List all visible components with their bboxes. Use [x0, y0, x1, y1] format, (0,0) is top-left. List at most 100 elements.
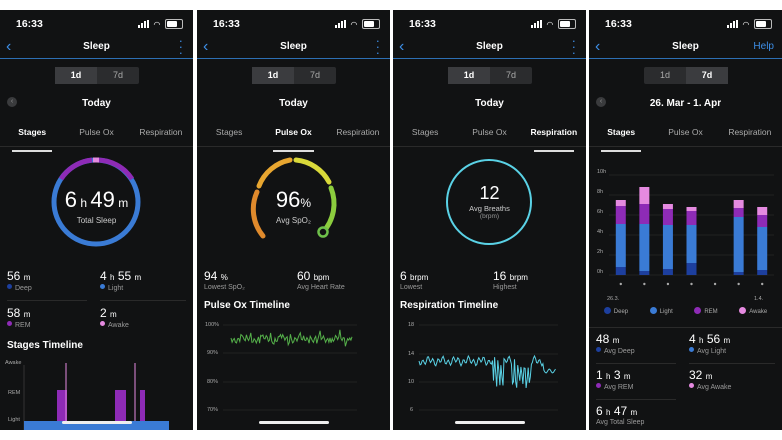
metric-tabs: Stages Pulse Ox Respiration [197, 126, 390, 152]
nav-bar: ‹ Sleep Help [589, 36, 782, 59]
range-tab-7d[interactable]: 7d [97, 67, 139, 84]
bar-deep-3 [686, 263, 697, 275]
stat-avg-light: 4 h 56 m Avg Light [689, 332, 731, 355]
total-sleep-value: 6 h 49 m [64, 187, 129, 212]
bar-deep-0 [615, 267, 626, 275]
day-marker-0 [619, 282, 622, 286]
stat-avg-heart-rate: 60 bpm Avg Heart Rate [297, 269, 345, 291]
bar-light-1 [639, 224, 650, 271]
status-time: 16:33 [213, 18, 240, 30]
wifi-icon: ◠ [546, 19, 553, 29]
stat-awake: 2 m Awake [100, 306, 129, 329]
tab-respiration[interactable]: Respiration [522, 126, 586, 152]
battery-icon [165, 19, 183, 29]
breaths-label: Avg Breaths [469, 204, 510, 213]
stat-highest: 16 brpm Highest [493, 269, 528, 291]
bar-rem-2 [662, 209, 673, 225]
status-time: 16:33 [409, 18, 436, 30]
spo2-label: Avg SpO₂ [276, 216, 311, 225]
legend-awake: Awake [739, 307, 767, 315]
signal-icon [334, 20, 346, 28]
range-tab-1d[interactable]: 1d [55, 67, 97, 84]
tab-pulse-ox[interactable]: Pulse Ox [64, 126, 128, 146]
stages-legend: Deep Light REM Awake [589, 307, 782, 315]
range-tab-1d[interactable]: 1d [252, 67, 294, 84]
day-marker-5 [737, 282, 740, 286]
range-tab-7d[interactable]: 7d [490, 67, 532, 84]
bar-awake-3 [686, 207, 697, 211]
bar-awake-2 [662, 204, 673, 209]
pulse-ox-timeline-chart [223, 324, 357, 411]
tab-pulse-ox[interactable]: Pulse Ox [653, 126, 717, 146]
respiration-timeline-chart [418, 324, 558, 411]
bar-awake-0 [615, 200, 626, 206]
day-marker-1 [643, 282, 646, 286]
bar-rem-3 [686, 211, 697, 225]
tab-stages[interactable]: Stages [0, 126, 64, 152]
bar-light-2 [662, 225, 673, 269]
more-menu-icon[interactable]: · · · [572, 34, 576, 59]
range-tab-7d[interactable]: 7d [686, 67, 728, 84]
page-title: Sleep [83, 41, 110, 52]
home-indicator [259, 421, 329, 424]
range-tab-7d[interactable]: 7d [294, 67, 336, 84]
stat-avg-awake: 32 m Avg Awake [689, 368, 732, 391]
tab-pulse-ox[interactable]: Pulse Ox [261, 126, 325, 152]
status-bar: 16:33 ◠ [605, 18, 772, 30]
x-label-start: 26.3. [607, 296, 620, 302]
legend-rem: REM [694, 307, 718, 315]
wifi-icon: ◠ [742, 19, 749, 29]
tab-stages[interactable]: Stages [393, 126, 457, 146]
tab-respiration[interactable]: Respiration [129, 126, 193, 146]
signal-icon [530, 20, 542, 28]
range-toggle: 1d 7d [448, 67, 532, 84]
weekly-stages-chart [609, 174, 774, 286]
nav-bar: ‹ Sleep · · · [393, 34, 586, 59]
range-tab-1d[interactable]: 1d [448, 67, 490, 84]
status-time: 16:33 [16, 18, 43, 30]
wifi-icon: ◠ [153, 19, 160, 29]
tab-pulse-ox[interactable]: Pulse Ox [457, 126, 521, 146]
date-range-label: 26. Mar - 1. Apr [649, 98, 722, 109]
signal-icon [137, 20, 149, 28]
more-menu-icon[interactable]: · · · [179, 34, 183, 59]
spo2-value: 96% [275, 187, 312, 212]
breaths-value: 12 [479, 183, 500, 203]
bar-deep-1 [639, 271, 650, 275]
bar-awake-1 [639, 187, 650, 204]
help-link[interactable]: Help [753, 41, 774, 52]
date-label: Today [475, 98, 504, 109]
range-toggle: 1d 7d [644, 67, 728, 84]
screen-sleep-pulse-ox: 16:33 ◠ ‹ Sleep · · · 1d 7d Today Stages P… [197, 10, 390, 430]
x-label-end: 1.4. [754, 296, 764, 302]
stat-deep: 56 m Deep [7, 269, 32, 292]
home-indicator [455, 421, 525, 424]
screen-sleep-week: 16:33 ◠ ‹ Sleep Help 1d 7d ‹ 26. Mar - 1… [589, 10, 782, 430]
stat-light: 4 h 55 m Light [100, 269, 142, 292]
nav-bar: ‹ Sleep · · · [197, 34, 390, 59]
page-title: Sleep [476, 41, 503, 52]
status-time: 16:33 [605, 18, 632, 30]
section-title: Stages Timeline [7, 340, 83, 351]
stat-avg-deep: 48 m Avg Deep [596, 332, 635, 355]
tab-respiration[interactable]: Respiration [326, 126, 390, 146]
tab-stages[interactable]: Stages [589, 126, 653, 152]
section-title: Pulse Ox Timeline [204, 300, 290, 311]
legend-deep: Deep [603, 307, 628, 315]
tab-respiration[interactable]: Respiration [718, 126, 782, 146]
range-tab-1d[interactable]: 1d [644, 67, 686, 84]
date-label: Today [279, 98, 308, 109]
more-menu-icon[interactable]: · · · [376, 34, 380, 59]
day-marker-6 [761, 282, 764, 286]
bar-deep-5 [733, 272, 744, 275]
day-marker-3 [690, 282, 693, 286]
battery-icon [558, 19, 576, 29]
range-toggle: 1d 7d [252, 67, 336, 84]
metric-tabs: Stages Pulse Ox Respiration [393, 126, 586, 152]
stat-avg-total-sleep: 6 h 47 m Avg Total Sleep [596, 404, 645, 426]
bar-rem-1 [639, 204, 650, 224]
bar-light-0 [615, 224, 626, 267]
range-toggle: 1d 7d [55, 67, 139, 84]
metric-tabs: Stages Pulse Ox Respiration [0, 126, 193, 152]
tab-stages[interactable]: Stages [197, 126, 261, 146]
